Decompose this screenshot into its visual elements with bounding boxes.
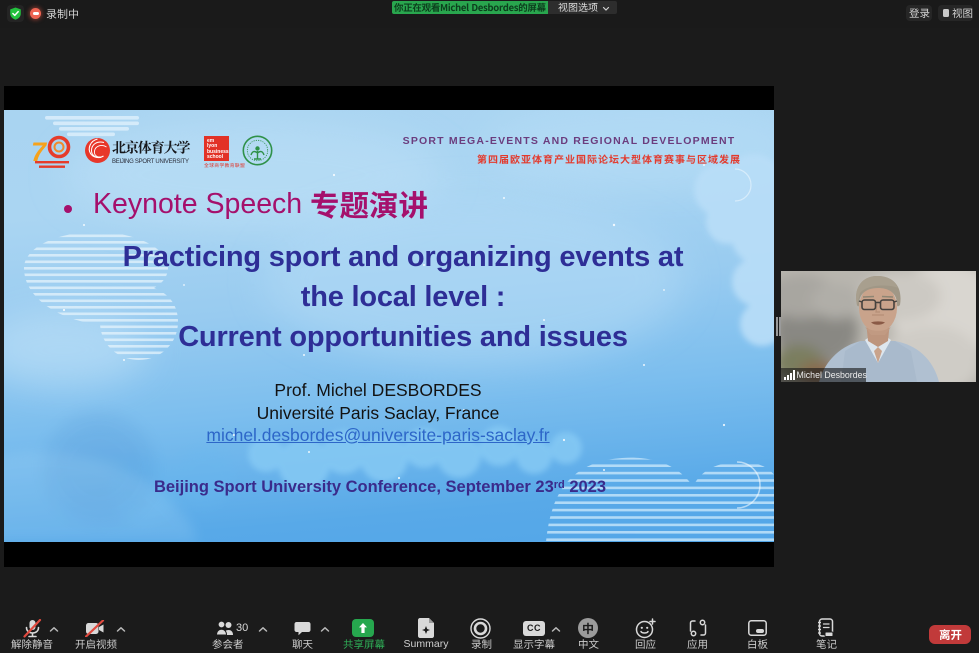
svg-text:BEIJING SPORT UNIVERSITY: BEIJING SPORT UNIVERSITY: [112, 159, 189, 165]
